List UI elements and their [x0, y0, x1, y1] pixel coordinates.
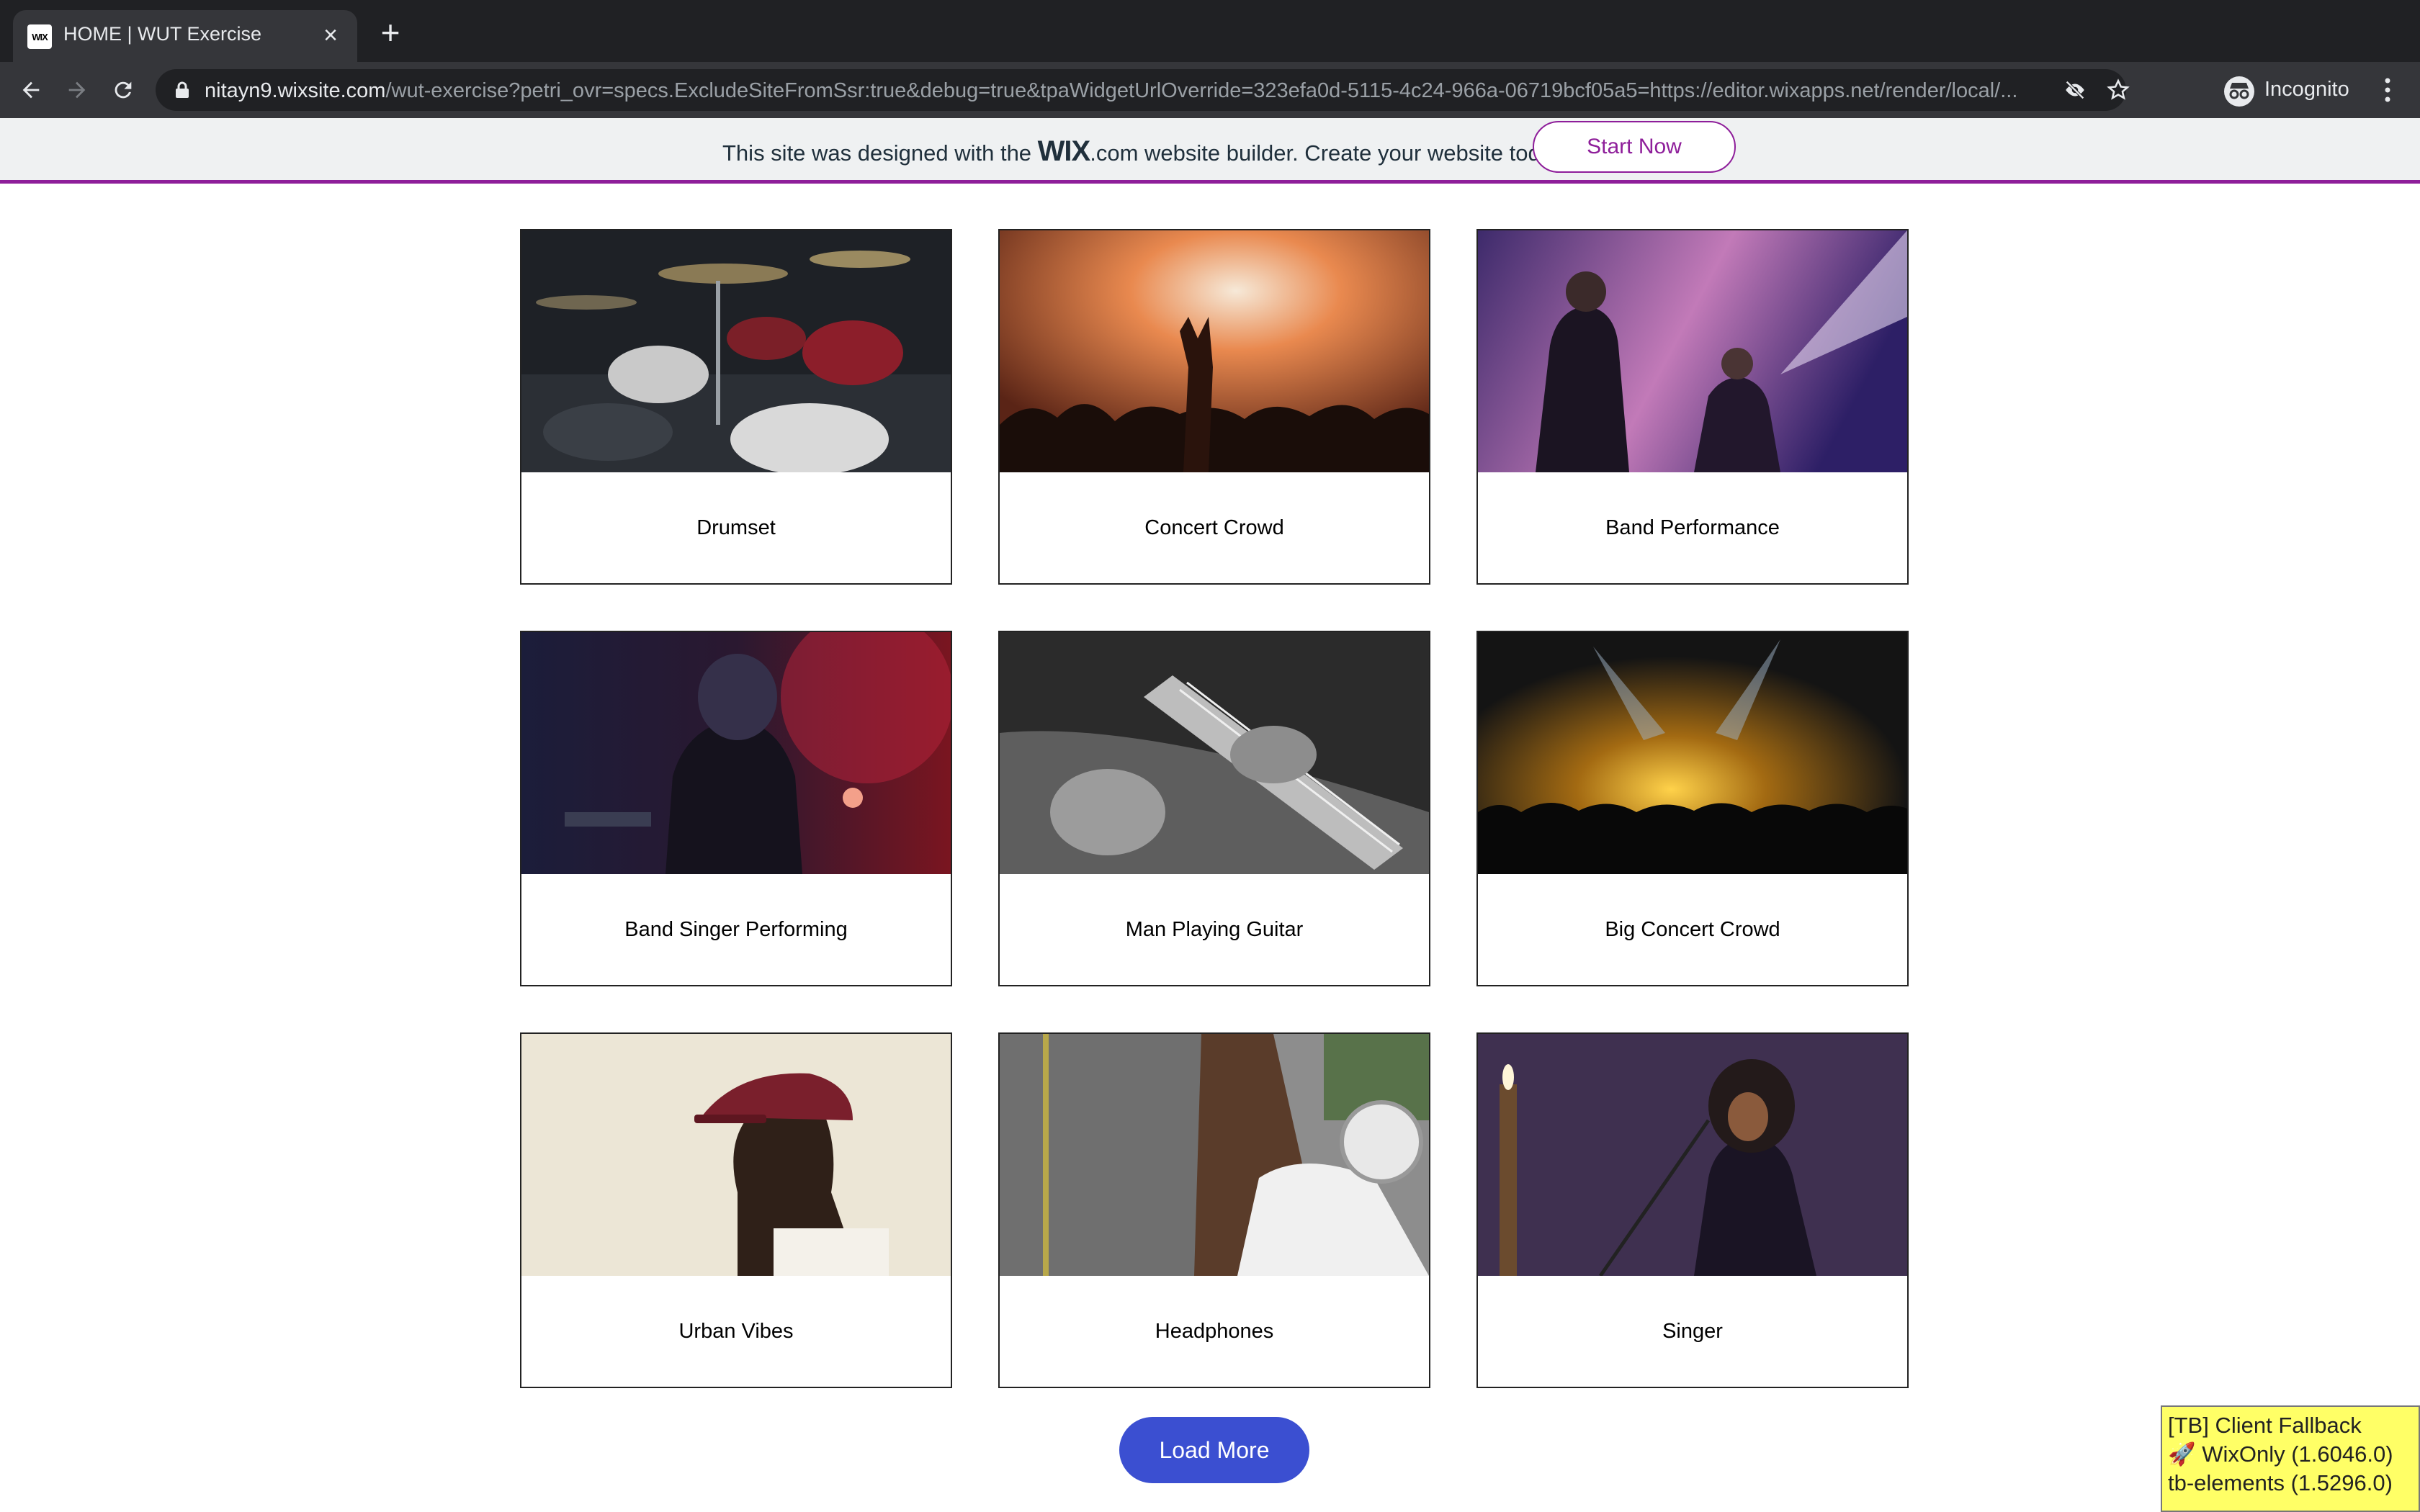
banner-text-after: .com website builder. Create your websit… [1090, 140, 1569, 166]
item-title: Man Playing Guitar [1125, 917, 1304, 941]
band-singer-performing-image [521, 632, 951, 874]
man-playing-guitar-image [1000, 632, 1429, 874]
url-path: /wut-exercise?petri_ovr=specs.ExcludeSit… [385, 79, 2018, 102]
item-title: Singer [1662, 1319, 1723, 1343]
item-title: Urban Vibes [678, 1319, 794, 1343]
debug-line: 🚀 WixOnly (1.6046.0) [2168, 1441, 2393, 1467]
forward-arrow-icon[interactable] [60, 73, 94, 107]
reload-icon[interactable] [107, 73, 140, 107]
urban-vibes-image [521, 1034, 951, 1276]
item-title: Band Performance [1605, 516, 1780, 539]
eye-slash-icon[interactable] [2063, 78, 2087, 102]
url-text: nitayn9.wixsite.com/wut-exercise?petri_o… [205, 79, 2056, 103]
gallery-item-drumset[interactable]: Drumset [520, 229, 952, 585]
debug-line: [TB] Client Fallback [2168, 1413, 2362, 1438]
start-now-button[interactable]: Start Now [1533, 121, 1736, 173]
gallery-item-headphones[interactable]: Headphones [998, 1032, 1430, 1388]
concert-crowd-image [1000, 230, 1429, 472]
tab-title: HOME | WUT Exercise [63, 23, 262, 45]
profile-label: Incognito [2264, 78, 2349, 101]
gallery-item-band-singer-performing[interactable]: Band Singer Performing [520, 631, 952, 986]
browser-tab[interactable]: WIX HOME | WUT Exercise × [13, 10, 357, 62]
wix-logo: WIX [1037, 135, 1091, 167]
close-icon[interactable]: × [318, 23, 343, 48]
incognito-icon [2224, 76, 2254, 107]
more-menu-icon[interactable] [2377, 73, 2398, 107]
gallery-item-band-performance[interactable]: Band Performance [1476, 229, 1909, 585]
lock-icon [176, 81, 189, 98]
address-bar[interactable]: nitayn9.wixsite.com/wut-exercise?petri_o… [156, 69, 2130, 111]
wix-banner-text: This site was designed with the WIX.com … [722, 135, 1569, 168]
new-tab-icon[interactable]: + [376, 16, 405, 49]
wix-favicon-icon: WIX [27, 24, 52, 49]
drumset-image [521, 230, 951, 472]
gallery-item-concert-crowd[interactable]: Concert Crowd [998, 229, 1430, 585]
item-title: Band Singer Performing [624, 917, 848, 941]
banner-text-before: This site was designed with the [722, 140, 1038, 166]
item-title: Drumset [696, 516, 776, 539]
load-more-button[interactable]: Load More [1119, 1417, 1309, 1483]
gallery-item-singer[interactable]: Singer [1476, 1032, 1909, 1388]
browser-tab-strip: WIX HOME | WUT Exercise × + [0, 0, 2420, 62]
browser-toolbar: nitayn9.wixsite.com/wut-exercise?petri_o… [0, 62, 2420, 118]
big-concert-crowd-image [1478, 632, 1907, 874]
debug-line: tb-elements (1.5296.0) [2168, 1470, 2393, 1495]
singer-image [1478, 1034, 1907, 1276]
headphones-image [1000, 1034, 1429, 1276]
item-title: Concert Crowd [1144, 516, 1284, 539]
url-host: nitayn9.wixsite.com [205, 79, 386, 102]
wix-banner: This site was designed with the WIX.com … [0, 118, 2420, 184]
gallery-item-big-concert-crowd[interactable]: Big Concert Crowd [1476, 631, 1909, 986]
debug-panel: [TB] Client Fallback 🚀 WixOnly (1.6046.0… [2161, 1405, 2420, 1512]
gallery-item-urban-vibes[interactable]: Urban Vibes [520, 1032, 952, 1388]
star-icon[interactable] [2106, 78, 2130, 102]
item-title: Big Concert Crowd [1605, 917, 1780, 941]
gallery-item-man-playing-guitar[interactable]: Man Playing Guitar [998, 631, 1430, 986]
band-performance-image [1478, 230, 1907, 472]
item-title: Headphones [1155, 1319, 1274, 1343]
back-arrow-icon[interactable] [14, 73, 48, 107]
